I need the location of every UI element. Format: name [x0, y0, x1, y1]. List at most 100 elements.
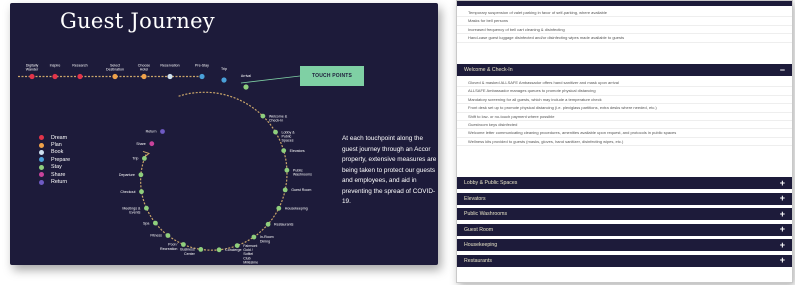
circle-stop-2	[281, 148, 287, 154]
accordion-section-welcome: Welcome & Check-In − Gloved & masked ALL…	[457, 64, 792, 151]
circle-stop-label-19: Return	[146, 130, 157, 134]
legend-label-return: Return	[51, 179, 68, 186]
expand-icon[interactable]: +	[780, 178, 785, 188]
accordion-header-label: Welcome & Check-In	[464, 67, 513, 73]
expand-icon[interactable]: +	[780, 240, 785, 250]
accordion-header-housekeeping[interactable]: Housekeeping +	[457, 239, 792, 251]
legend-dot-return	[39, 179, 44, 185]
circle-stop-11	[181, 242, 186, 247]
list-item: Welcome letter communicating cleaning pr…	[457, 129, 792, 138]
circle-stop-label-11: Pool / Recreation	[160, 243, 177, 251]
expand-icon[interactable]: +	[780, 256, 785, 265]
circle-stop-label-1: Lobby & Public Spaces	[282, 130, 296, 142]
circle-stop-label-3: Public Washrooms	[293, 168, 312, 176]
legend-label-share: Share	[51, 171, 66, 178]
journey-stop-2	[77, 73, 83, 80]
journey-stop-5	[167, 73, 173, 80]
circle-stop-12	[165, 233, 171, 238]
circle-stop-3	[284, 167, 290, 173]
legend-dot-share	[39, 172, 44, 178]
circle-stop-label-0: Welcome & Check-In	[269, 114, 288, 122]
circle-stop-4	[282, 187, 288, 193]
circle-stop-5	[276, 205, 282, 211]
circle-stop-label-15: Checkout	[120, 190, 135, 194]
expand-icon[interactable]: +	[780, 194, 785, 203]
list-item: Mandatory screening for all guests, whic…	[457, 96, 792, 105]
journey-stop-6	[199, 73, 205, 80]
accordion-body-welcome: Gloved & masked ALLSAFE Ambassador offer…	[457, 76, 792, 151]
list-item: Guestroom keys disinfected	[457, 121, 792, 130]
guest-journey-infographic: Digitally Wander Inspire Research Select Dest…	[10, 3, 438, 265]
circle-stop-10	[198, 247, 204, 252]
list-item: Masks for bell persons	[457, 17, 792, 26]
expand-icon[interactable]: +	[780, 209, 785, 219]
accordion-body-arrival: Temporary suspension of valet parking in…	[457, 6, 792, 47]
expand-icon[interactable]: +	[780, 225, 785, 234]
accordion-header-label: Restaurants	[464, 257, 492, 264]
circle-stop-label-9: Concierge	[225, 248, 241, 252]
circle-stop-13	[153, 220, 158, 226]
journey-stop-label-2: Research	[72, 64, 87, 68]
accordion-section-arrival: − Temporary suspension of valet parking …	[457, 1, 792, 47]
accordion-header-label: Public Washrooms	[464, 211, 508, 217]
legend-dot-book	[39, 149, 44, 155]
accordion-header-restaurants[interactable]: Restaurants +	[457, 254, 792, 267]
legend-dot-stay	[39, 164, 44, 170]
circle-stop-6	[265, 221, 271, 227]
circle-stop-label-8: Fairmont Gold / Sofitel Club Millésime	[243, 244, 258, 265]
circle-stop-label-14: Meetings & Events	[122, 206, 141, 214]
accordion-header-label: Housekeeping	[464, 242, 498, 248]
accordion-header-label: Elevators	[464, 195, 486, 202]
accordion-header-washrooms[interactable]: Public Washrooms +	[457, 208, 792, 220]
journey-title: Guest Journey	[60, 9, 215, 33]
accordion-header-welcome[interactable]: Welcome & Check-In −	[457, 64, 792, 76]
journey-stop-0	[29, 73, 35, 80]
legend-item-dream: Dream	[39, 134, 70, 141]
journey-stop-label-4: Choose Hotel	[138, 64, 150, 72]
accordion-header-label: Lobby & Public Spaces	[464, 180, 518, 186]
legend-item-book: Book	[39, 149, 70, 156]
touchpoint-accordion: − Temporary suspension of valet parking …	[456, 0, 793, 283]
list-item: ALLSAFE Ambassador manages queues to pro…	[457, 87, 792, 96]
circle-stop-label-17: Trip	[132, 157, 138, 161]
journey-stop-label-3: Select Destination	[106, 64, 124, 72]
covid-description: At each touchpoint along the guest journ…	[342, 135, 437, 205]
list-item: Wellness kits provided to guests (masks,…	[457, 138, 792, 147]
legend-label-stay: Stay	[51, 164, 62, 171]
accordion-header-elevators[interactable]: Elevators +	[457, 192, 792, 205]
legend-dot-dream	[39, 135, 44, 141]
circle-stop-1	[273, 129, 278, 135]
circle-stop-label-7: In-Room Dining	[260, 235, 274, 243]
legend-label-dream: Dream	[51, 134, 68, 141]
legend-item-return: Return	[39, 178, 70, 185]
collapse-icon[interactable]: −	[780, 65, 785, 75]
journey-legend: Dream Plan Book Prepare Stay Share Retur…	[39, 134, 70, 186]
legend-dot-prepare	[39, 157, 44, 163]
list-item: Front desk set up to promote physical di…	[457, 104, 792, 113]
journey-stop-4	[141, 73, 147, 80]
circle-stop-label-4: Guest Room	[291, 188, 311, 192]
list-item: Increased frequency of bell cart cleanin…	[457, 26, 792, 35]
legend-label-plan: Plan	[51, 142, 62, 149]
legend-item-share: Share	[39, 171, 70, 178]
journey-stop-label-5: Reservation	[160, 64, 179, 68]
journey-stop-label-6: Pre-Stay	[195, 64, 209, 68]
circle-stop-17	[142, 156, 147, 161]
circle-stop-label-2: Elevators	[290, 149, 305, 153]
journey-stop-label-1: Inspire	[50, 64, 61, 68]
collapse-icon[interactable]: −	[780, 1, 785, 5]
accordion-header-lobby[interactable]: Lobby & Public Spaces +	[457, 177, 792, 189]
circle-stop-18	[149, 141, 155, 147]
accordion-header-guest-room[interactable]: Guest Room +	[457, 223, 792, 236]
list-item: Temporary suspension of valet parking in…	[457, 9, 792, 18]
circle-stop-19	[160, 129, 165, 134]
journey-stop-label-0: Digitally Wander	[26, 64, 39, 72]
circle-stop-label-5: Housekeeping	[285, 206, 308, 210]
circle-stop-label-12: Fitness	[150, 234, 162, 238]
accordion-header-label: Guest Room	[464, 226, 494, 233]
list-item: Hand-case guest luggage disinfected and/…	[457, 34, 792, 43]
circle-stop-7	[251, 234, 257, 240]
journey-stop-7	[221, 77, 227, 83]
legend-dot-plan	[39, 142, 44, 148]
journey-stop-1	[52, 73, 58, 80]
